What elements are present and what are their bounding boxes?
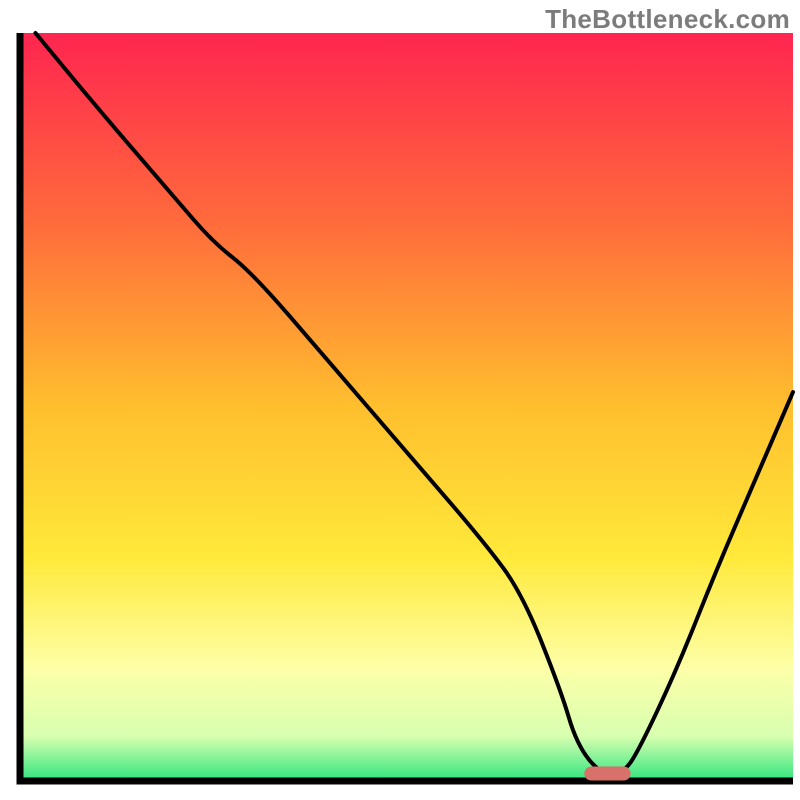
- watermark-text: TheBottleneck.com: [545, 4, 790, 35]
- optimal-marker: [584, 767, 630, 781]
- bottleneck-chart: [0, 0, 800, 800]
- chart-container: TheBottleneck.com: [0, 0, 800, 800]
